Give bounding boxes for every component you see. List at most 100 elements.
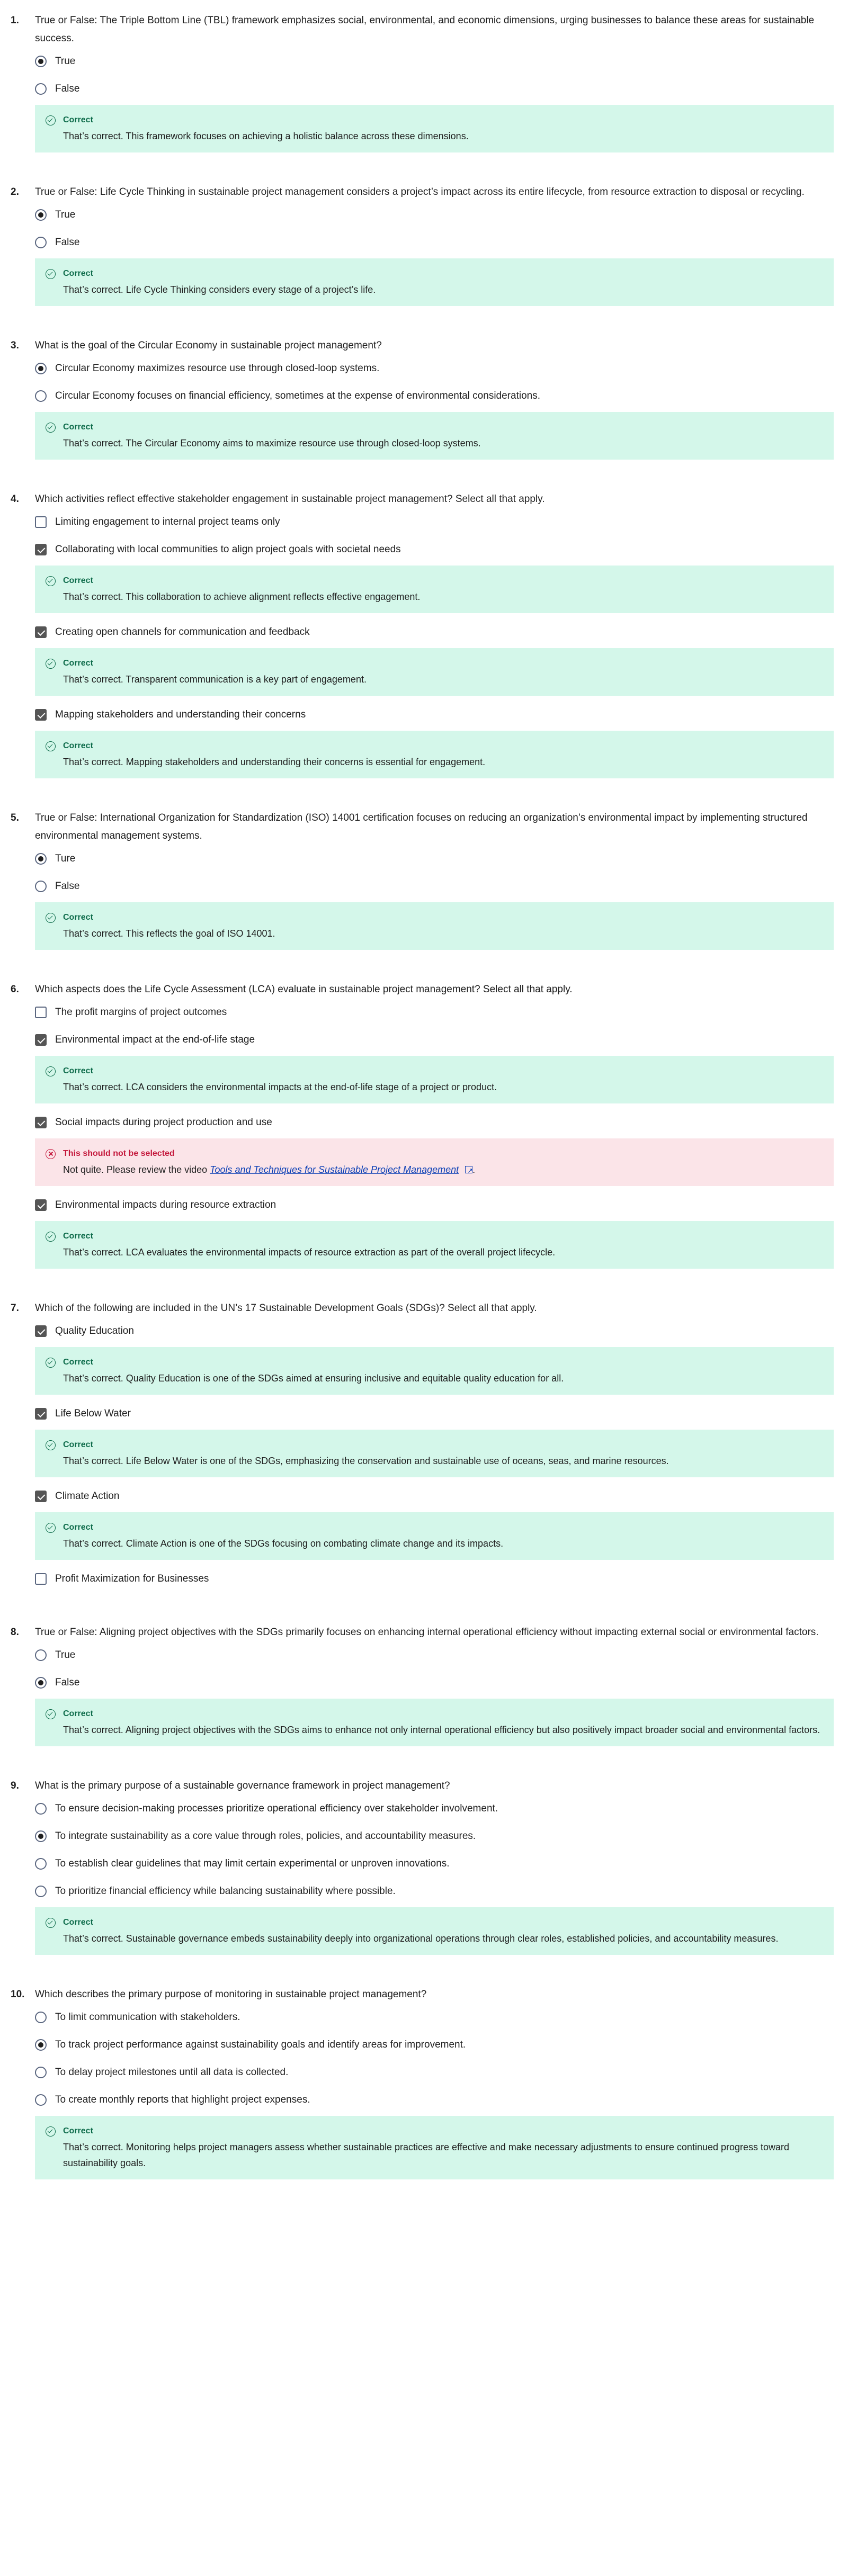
radio-option[interactable]: False <box>35 873 834 900</box>
options-list: True False Correct That’s correct. Aligning… <box>35 1641 834 1746</box>
checkbox[interactable] <box>35 1199 47 1211</box>
checkbox-option[interactable]: Quality Education <box>35 1317 834 1345</box>
feedback-text: That’s correct. Aligning project objecti… <box>63 1725 820 1735</box>
radio-option[interactable]: True <box>35 201 834 229</box>
radio-option[interactable]: To track project performance against sus… <box>35 2031 834 2059</box>
checkbox-option[interactable]: Environmental impacts during resource ex… <box>35 1191 834 1219</box>
checkbox[interactable] <box>35 1573 47 1585</box>
radio-button[interactable] <box>35 1858 47 1870</box>
radio-button[interactable] <box>35 1803 47 1815</box>
checkbox[interactable] <box>35 1007 47 1018</box>
radio-button[interactable] <box>35 83 47 95</box>
feedback-message: That’s correct. This collaboration to ac… <box>46 589 823 605</box>
radio-button[interactable] <box>35 1649 47 1661</box>
checkbox-option[interactable]: Profit Maximization for Businesses <box>35 1565 834 1593</box>
checkbox[interactable] <box>35 516 47 528</box>
checkbox[interactable] <box>35 1491 47 1502</box>
checkbox-option[interactable]: Limiting engagement to internal project … <box>35 508 834 536</box>
feedback-title: Correct <box>46 266 823 282</box>
radio-button[interactable] <box>35 2067 47 2078</box>
radio-button[interactable] <box>35 209 47 221</box>
question-text: What is the primary purpose of a sustain… <box>35 1780 450 1791</box>
feedback-text: That’s correct. Monitoring helps project… <box>63 2142 790 2168</box>
feedback-text: That’s correct. Transparent communicatio… <box>63 674 367 685</box>
checkbox[interactable] <box>35 544 47 555</box>
radio-button[interactable] <box>35 390 47 402</box>
question-text: True or False: International Organizatio… <box>35 812 808 841</box>
radio-button[interactable] <box>35 363 47 374</box>
feedback-title: Correct <box>46 1915 823 1931</box>
checkbox[interactable] <box>35 626 47 638</box>
radio-button[interactable] <box>35 56 47 67</box>
radio-option[interactable]: Circular Economy maximizes resource use … <box>35 355 834 382</box>
feedback-correct: Correct That’s correct. Monitoring helps … <box>35 2116 834 2179</box>
radio-option[interactable]: True <box>35 48 834 75</box>
checkbox-option[interactable]: Environmental impact at the end-of-life … <box>35 1026 834 1054</box>
radio-option[interactable]: To establish clear guidelines that may l… <box>35 1850 834 1878</box>
radio-button[interactable] <box>35 2094 47 2106</box>
feedback-text: That’s correct. This collaboration to ac… <box>63 591 421 602</box>
option-label: Mapping stakeholders and understanding t… <box>55 709 306 720</box>
checkbox-option[interactable]: Mapping stakeholders and understanding t… <box>35 701 834 729</box>
feedback-text: That’s correct. LCA considers the enviro… <box>63 1082 497 1092</box>
radio-button[interactable] <box>35 1830 47 1842</box>
question-prompt: 2. True or False: Life Cycle Thinking in … <box>11 183 834 201</box>
checkbox[interactable] <box>35 1117 47 1128</box>
radio-option[interactable]: False <box>35 1669 834 1697</box>
radio-button[interactable] <box>35 2012 47 2023</box>
radio-option[interactable]: To limit communication with stakeholders… <box>35 2004 834 2031</box>
checkbox-option[interactable]: Creating open channels for communication… <box>35 618 834 646</box>
checkbox[interactable] <box>35 1325 47 1337</box>
question-prompt: 8. True or False: Aligning project object… <box>11 1623 834 1641</box>
question-number: 9. <box>11 1780 19 1791</box>
radio-option[interactable]: False <box>35 229 834 256</box>
question-prompt: 5. True or False: International Organizat… <box>11 809 834 845</box>
radio-option[interactable]: To delay project milestones until all da… <box>35 2059 834 2086</box>
checkbox[interactable] <box>35 1034 47 1046</box>
option-label: To track project performance against sus… <box>55 2039 466 2050</box>
radio-option[interactable]: Circular Economy focuses on financial ef… <box>35 382 834 410</box>
radio-button[interactable] <box>35 853 47 865</box>
radio-option[interactable]: True <box>35 1641 834 1669</box>
checkbox-option[interactable]: The profit margins of project outcomes <box>35 999 834 1026</box>
radio-option[interactable]: False <box>35 75 834 103</box>
question-number: 4. <box>11 493 19 505</box>
feedback-message: Not quite. Please review the video Tools… <box>46 1162 823 1179</box>
feedback-message: That’s correct. Quality Education is one… <box>46 1370 823 1386</box>
radio-button[interactable] <box>35 237 47 248</box>
radio-option[interactable]: Ture <box>35 845 834 873</box>
option-label: Life Below Water <box>55 1408 131 1419</box>
check-circle-icon <box>46 422 56 433</box>
radio-button[interactable] <box>35 1886 47 1897</box>
option-label: True <box>55 209 76 220</box>
review-video-link[interactable]: Tools and Techniques for Sustainable Pro… <box>210 1164 459 1175</box>
radio-button[interactable] <box>35 1677 47 1689</box>
check-circle-icon <box>46 1066 56 1076</box>
question-text: True or False: Life Cycle Thinking in su… <box>35 186 805 198</box>
checkbox-option[interactable]: Collaborating with local communities to … <box>35 536 834 563</box>
radio-option[interactable]: To integrate sustainability as a core va… <box>35 1823 834 1850</box>
option-label: False <box>55 237 80 248</box>
question: 4. Which activities reflect effective sta… <box>11 490 834 778</box>
feedback-status: Correct <box>63 1918 93 1927</box>
checkbox[interactable] <box>35 1408 47 1420</box>
checkbox-option[interactable]: Climate Action <box>35 1483 834 1510</box>
feedback-message: That’s correct. Life Cycle Thinking cons… <box>46 282 823 298</box>
feedback-correct: Correct That’s correct. Aligning project … <box>35 1699 834 1746</box>
feedback-text: That’s correct. Quality Education is one… <box>63 1373 564 1384</box>
option-label: Collaborating with local communities to … <box>55 544 401 555</box>
radio-button[interactable] <box>35 2039 47 2051</box>
feedback-text: That’s correct. Life Cycle Thinking cons… <box>63 284 376 295</box>
feedback-message: That’s correct. Aligning project objecti… <box>46 1722 823 1738</box>
radio-option[interactable]: To prioritize financial efficiency while… <box>35 1878 834 1905</box>
radio-button[interactable] <box>35 881 47 892</box>
radio-option[interactable]: To ensure decision-making processes prio… <box>35 1795 834 1823</box>
radio-option[interactable]: To create monthly reports that highlight… <box>35 2086 834 2114</box>
check-circle-icon <box>46 1522 56 1533</box>
feedback-status: Correct <box>63 1523 93 1532</box>
feedback-title: Correct <box>46 419 823 435</box>
question-text: True or False: Aligning project objectiv… <box>35 1627 819 1638</box>
checkbox-option[interactable]: Social impacts during project production… <box>35 1109 834 1136</box>
checkbox-option[interactable]: Life Below Water <box>35 1400 834 1428</box>
checkbox[interactable] <box>35 709 47 721</box>
